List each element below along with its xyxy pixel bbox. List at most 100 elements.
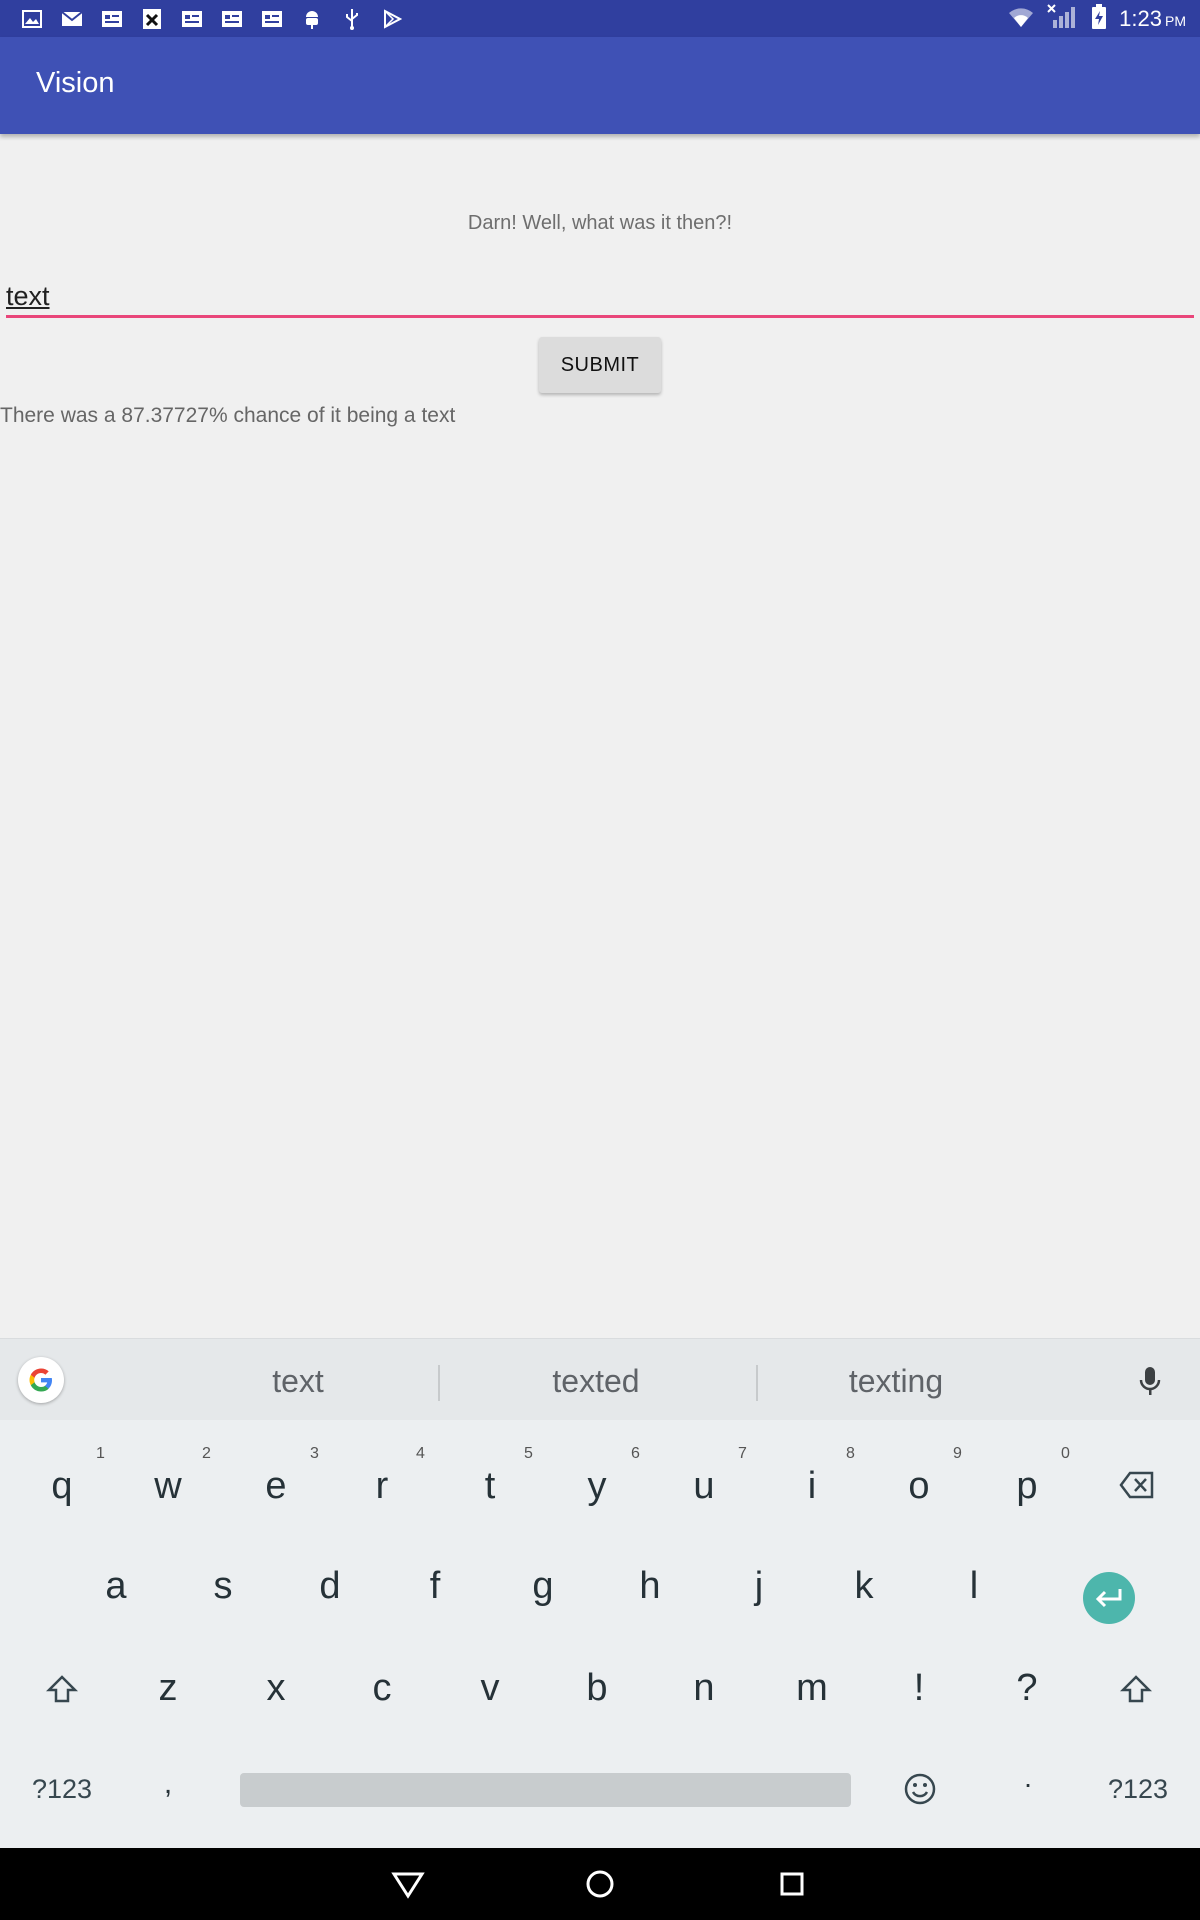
suggestion-2[interactable]: texted	[446, 1339, 746, 1421]
shift-icon	[45, 1675, 79, 1703]
key-k[interactable]: k	[842, 1566, 886, 1606]
key-label: p	[1016, 1465, 1038, 1507]
key-s[interactable]: s	[201, 1566, 245, 1606]
key-exclamation[interactable]: !	[897, 1668, 941, 1708]
prompt-text: Darn! Well, what was it then?!	[467, 212, 733, 234]
key-hint: 4	[416, 1445, 425, 1462]
clock: 1:23 PM	[1119, 6, 1186, 32]
key-t[interactable]: t5	[468, 1446, 533, 1507]
navigation-bar	[0, 1848, 1200, 1920]
key-hint: 3	[310, 1445, 319, 1462]
key-f[interactable]: f	[413, 1566, 457, 1606]
comma-key[interactable]: ,	[150, 1764, 186, 1804]
key-label: y	[587, 1465, 607, 1507]
app-screen: 1:23 PM Vision Darn! Well, what was it th…	[0, 0, 1200, 1920]
key-l[interactable]: l	[952, 1566, 996, 1606]
google-icon[interactable]	[18, 1357, 64, 1403]
key-h[interactable]: h	[628, 1566, 672, 1606]
period-key[interactable]: ·	[1008, 1764, 1048, 1804]
system-icons: 1:23 PM	[1007, 3, 1186, 35]
key-hint: 6	[631, 1445, 640, 1462]
emoji-icon	[904, 1773, 936, 1805]
key-label: t	[484, 1465, 496, 1507]
answer-input[interactable]	[6, 278, 1194, 314]
app-title: Vision	[36, 67, 115, 99]
battery-charging-icon	[1091, 3, 1107, 35]
key-z[interactable]: z	[146, 1668, 190, 1708]
clock-ampm: PM	[1165, 13, 1186, 29]
symbols-key-left[interactable]: ?123	[20, 1774, 104, 1805]
shift-key-left[interactable]	[44, 1672, 80, 1712]
suggestion-bar: text texted texting	[0, 1338, 1200, 1420]
answer-field	[6, 278, 1194, 318]
soft-keyboard: text texted texting q1 w2 e3 r4 t5 y6 u7…	[0, 1338, 1200, 1848]
recents-icon[interactable]	[772, 1864, 812, 1904]
key-n[interactable]: n	[682, 1668, 726, 1708]
back-icon[interactable]	[388, 1864, 428, 1904]
shift-key-right[interactable]	[1118, 1672, 1154, 1712]
key-r[interactable]: r4	[360, 1446, 425, 1507]
card-icon	[100, 8, 124, 30]
card-icon	[260, 8, 284, 30]
enter-key[interactable]	[1083, 1572, 1135, 1624]
mic-icon[interactable]	[1138, 1365, 1162, 1399]
key-question[interactable]: ?	[1005, 1668, 1049, 1708]
symbols-key-right[interactable]: ?123	[1096, 1774, 1180, 1805]
key-y[interactable]: y6	[575, 1446, 640, 1507]
close-doc-icon	[140, 8, 164, 30]
key-label: w	[154, 1465, 182, 1507]
key-label: q	[51, 1465, 73, 1507]
key-hint: 1	[96, 1445, 105, 1462]
mail-icon	[60, 8, 84, 30]
space-bar[interactable]	[240, 1773, 851, 1807]
key-i[interactable]: i8	[790, 1446, 855, 1507]
clock-time: 1:23	[1119, 6, 1162, 31]
backspace-key[interactable]	[1118, 1468, 1156, 1508]
key-hint: 0	[1061, 1445, 1070, 1462]
key-p[interactable]: p0	[1005, 1446, 1069, 1507]
result-text: There was a 87.37727% chance of it being…	[0, 404, 456, 427]
notification-icons	[20, 7, 404, 31]
card-icon	[220, 8, 244, 30]
key-hint: 5	[524, 1445, 533, 1462]
key-label: o	[908, 1465, 930, 1507]
key-c[interactable]: c	[360, 1668, 404, 1708]
card-icon	[180, 8, 204, 30]
key-a[interactable]: a	[94, 1566, 138, 1606]
suggestion-divider	[438, 1365, 440, 1401]
shift-icon	[1119, 1675, 1153, 1703]
key-o[interactable]: o9	[897, 1446, 961, 1507]
key-hint: 7	[738, 1445, 747, 1462]
key-b[interactable]: b	[575, 1668, 619, 1708]
key-q[interactable]: q1	[40, 1446, 104, 1507]
suggestion-1[interactable]: text	[148, 1339, 448, 1421]
home-icon[interactable]	[580, 1864, 620, 1904]
enter-icon	[1095, 1589, 1122, 1608]
image-icon	[20, 8, 44, 30]
status-bar: 1:23 PM	[0, 0, 1200, 37]
key-e[interactable]: e3	[254, 1446, 318, 1507]
key-hint: 2	[202, 1445, 211, 1462]
signal-icon	[1047, 3, 1079, 35]
suggestion-3[interactable]: texting	[746, 1339, 1046, 1421]
usb-icon	[340, 8, 364, 30]
key-v[interactable]: v	[468, 1668, 512, 1708]
key-w[interactable]: w2	[146, 1446, 211, 1507]
key-d[interactable]: d	[308, 1566, 352, 1606]
key-m[interactable]: m	[790, 1668, 834, 1708]
key-label: e	[265, 1465, 287, 1507]
play-store-icon	[380, 8, 404, 30]
backspace-icon	[1119, 1471, 1154, 1499]
key-x[interactable]: x	[254, 1668, 298, 1708]
emoji-key[interactable]	[900, 1772, 940, 1814]
key-u[interactable]: u7	[682, 1446, 746, 1507]
key-label: r	[375, 1465, 389, 1507]
submit-button[interactable]: SUBMIT	[539, 337, 661, 393]
key-j[interactable]: j	[737, 1566, 781, 1606]
key-hint: 9	[953, 1445, 962, 1462]
wifi-icon	[1007, 5, 1035, 34]
key-label: u	[693, 1465, 715, 1507]
key-hint: 8	[846, 1445, 855, 1462]
android-icon	[300, 8, 324, 30]
key-g[interactable]: g	[521, 1566, 565, 1606]
